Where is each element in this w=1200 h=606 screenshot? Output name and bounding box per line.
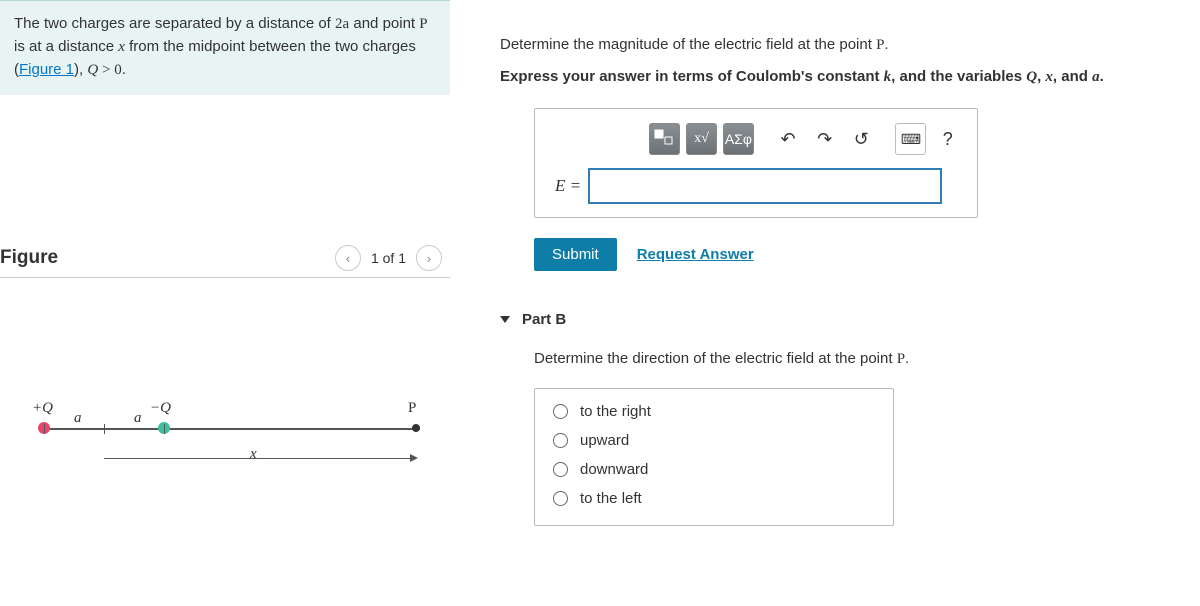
math-P: P xyxy=(897,351,905,367)
label-plusQ: +Q xyxy=(32,400,53,417)
figure-prev-button[interactable]: ‹ xyxy=(335,245,361,271)
sqrt-icon: x√ xyxy=(694,131,709,147)
problem-statement: The two charges are separated by a dista… xyxy=(0,0,450,95)
part-a-instruction: Express your answer in terms of Coulomb'… xyxy=(500,68,1190,86)
label-a1: a xyxy=(74,410,82,427)
equation-label: E = xyxy=(555,176,581,196)
keyboard-button[interactable]: ⌨ xyxy=(895,123,926,155)
figure-title: Figure xyxy=(0,247,58,269)
figure-nav-text: 1 of 1 xyxy=(367,250,410,266)
part-b-prompt: Determine the direction of the electric … xyxy=(534,350,1190,368)
label-x: x xyxy=(250,446,257,463)
text: The two charges are separated by a dista… xyxy=(14,15,335,32)
help-button[interactable]: ? xyxy=(932,123,963,155)
math-Q: Q xyxy=(1026,69,1037,85)
math-Q: Q xyxy=(87,62,98,78)
label-minusQ: −Q xyxy=(150,400,171,417)
radio-icon[interactable] xyxy=(553,404,568,419)
point-p-dot xyxy=(412,424,420,432)
caret-down-icon xyxy=(500,316,510,323)
math-op: > xyxy=(98,62,114,78)
undo-icon: ↶ xyxy=(780,129,795,150)
part-a-prompt: Determine the magnitude of the electric … xyxy=(500,36,1190,54)
redo-button[interactable]: ↷ xyxy=(809,123,840,155)
math-x: x xyxy=(118,39,125,55)
submit-button[interactable]: Submit xyxy=(534,238,617,271)
greek-icon: ΑΣφ xyxy=(725,131,752,147)
math-2a: 2a xyxy=(335,16,349,32)
redo-icon: ↷ xyxy=(817,129,832,150)
option-label: downward xyxy=(580,461,648,478)
figure-next-button[interactable]: › xyxy=(416,245,442,271)
part-b-options: to the right upward downward to the left xyxy=(534,388,894,526)
reset-button[interactable]: ↺ xyxy=(846,123,877,155)
chevron-right-icon: › xyxy=(427,251,431,266)
sqrt-button[interactable]: x√ xyxy=(686,123,717,155)
radio-icon[interactable] xyxy=(553,462,568,477)
greek-button[interactable]: ΑΣφ xyxy=(723,123,754,155)
reset-icon: ↺ xyxy=(854,129,869,150)
part-b-title: Part B xyxy=(522,311,566,328)
answer-input-box: x√ ΑΣφ ↶ ↷ ↺ ⌨ ? E = xyxy=(534,108,978,218)
option-row[interactable]: to the right xyxy=(553,403,875,420)
math-0: 0 xyxy=(114,62,122,78)
answer-input[interactable] xyxy=(589,169,941,203)
help-icon: ? xyxy=(943,129,953,150)
text: and point xyxy=(349,15,419,32)
templates-icon xyxy=(654,129,674,150)
math-x: x xyxy=(1045,69,1053,85)
templates-button[interactable] xyxy=(649,123,680,155)
option-row[interactable]: upward xyxy=(553,432,875,449)
radio-icon[interactable] xyxy=(553,491,568,506)
option-row[interactable]: downward xyxy=(553,461,875,478)
option-label: upward xyxy=(580,432,629,449)
option-label: to the right xyxy=(580,403,651,420)
request-answer-link[interactable]: Request Answer xyxy=(637,246,754,263)
chevron-left-icon: ‹ xyxy=(346,251,350,266)
text: . xyxy=(122,61,126,78)
undo-button[interactable]: ↶ xyxy=(773,123,804,155)
option-row[interactable]: to the left xyxy=(553,490,875,507)
text: is at a distance xyxy=(14,38,118,55)
figure-link[interactable]: Figure 1 xyxy=(19,61,74,78)
label-P: P xyxy=(408,400,416,417)
text: ), xyxy=(74,61,87,78)
part-b-toggle[interactable]: Part B xyxy=(500,311,1190,328)
math-a: a xyxy=(1092,69,1100,85)
keyboard-icon: ⌨ xyxy=(901,131,921,148)
figure-diagram: +Q −Q P a a x xyxy=(20,388,440,508)
math-P: P xyxy=(419,16,427,32)
radio-icon[interactable] xyxy=(553,433,568,448)
label-a2: a xyxy=(134,410,142,427)
option-label: to the left xyxy=(580,490,642,507)
